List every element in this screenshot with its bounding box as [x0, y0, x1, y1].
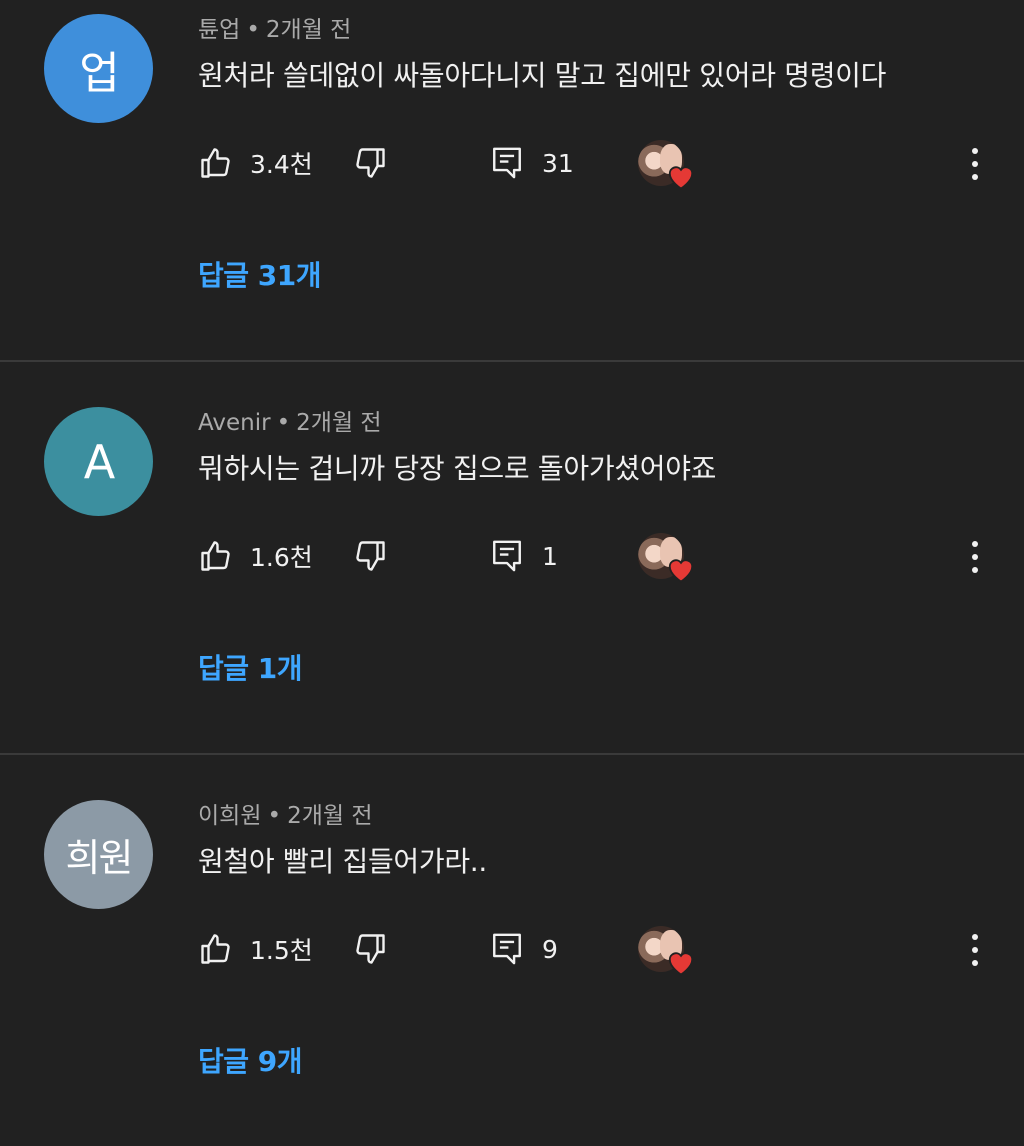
reply-count: 31 — [542, 148, 574, 178]
thumbs-down-icon — [356, 541, 385, 571]
comment-icon — [493, 933, 521, 965]
more-vert-icon[interactable] — [962, 539, 988, 575]
thumbs-down-icon — [356, 934, 385, 964]
comment-text: 뭐하시는 겁니까 당장 집으로 돌아가셨어야죠 — [198, 452, 717, 485]
avatar[interactable]: 업 — [44, 14, 153, 123]
author-name[interactable]: 이희원 — [198, 803, 261, 829]
author-name[interactable]: 튠업 — [198, 17, 240, 43]
creator-heart-icon — [668, 952, 694, 976]
thumbs-up-icon — [201, 148, 230, 178]
like-button[interactable]: 1.6천 — [198, 533, 313, 579]
more-vert-icon[interactable] — [962, 932, 988, 968]
comment-meta: 튠업 • 2개월 전 — [198, 10, 351, 44]
view-replies-link[interactable]: 답글 31개 — [198, 254, 322, 294]
reply-button[interactable]: 1 — [490, 533, 558, 579]
comment-time: 2개월 전 — [296, 410, 382, 436]
comment-icon — [493, 147, 521, 179]
thumbs-up-icon — [201, 541, 230, 571]
comment-text: 원철아 빨리 집들어가라.. — [198, 845, 488, 878]
divider — [0, 753, 1024, 755]
reply-button[interactable]: 9 — [490, 926, 558, 972]
creator-heart-badge — [638, 533, 698, 585]
meta-separator: • — [276, 410, 291, 436]
comment-thread: 업 튠업 • 2개월 전 원처라 쓸데없이 싸돌아다니지 말고 집에만 있어라 명령… — [0, 0, 1024, 360]
comment-meta: Avenir • 2개월 전 — [198, 403, 382, 437]
comment-time: 2개월 전 — [265, 17, 352, 43]
like-count: 1.5천 — [250, 936, 313, 965]
comment-time: 2개월 전 — [287, 803, 373, 829]
comment-icon — [493, 540, 521, 572]
meta-separator: • — [267, 803, 282, 829]
like-button[interactable]: 1.5천 — [198, 926, 313, 972]
reply-button[interactable]: 31 — [490, 140, 574, 186]
avatar[interactable]: 희원 — [44, 800, 153, 909]
comment-meta: 이희원 • 2개월 전 — [198, 796, 373, 830]
divider — [0, 360, 1024, 362]
comment-thread: 희원 이희원 • 2개월 전 원철아 빨리 집들어가라.. 1.5천 9 답글 9개 — [0, 786, 1024, 1146]
avatar[interactable]: A — [44, 407, 153, 516]
more-vert-icon[interactable] — [962, 146, 988, 182]
dislike-button[interactable] — [352, 533, 388, 579]
creator-heart-badge — [638, 140, 698, 192]
creator-heart-icon — [668, 559, 694, 583]
like-count: 3.4천 — [250, 150, 313, 179]
reply-count: 9 — [542, 934, 558, 964]
creator-heart-icon — [668, 166, 694, 190]
dislike-button[interactable] — [352, 926, 388, 972]
creator-heart-badge — [638, 926, 698, 978]
reply-count: 1 — [542, 541, 558, 571]
author-name[interactable]: Avenir — [198, 410, 271, 436]
comment-text: 원처라 쓸데없이 싸돌아다니지 말고 집에만 있어라 명령이다 — [198, 59, 887, 92]
view-replies-link[interactable]: 답글 1개 — [198, 647, 303, 687]
view-replies-link[interactable]: 답글 9개 — [198, 1040, 303, 1080]
comment-thread: A Avenir • 2개월 전 뭐하시는 겁니까 당장 집으로 돌아가셨어야죠 1… — [0, 393, 1024, 753]
thumbs-up-icon — [201, 934, 230, 964]
like-count: 1.6천 — [250, 543, 313, 572]
thumbs-down-icon — [356, 148, 385, 178]
meta-separator: • — [246, 17, 260, 43]
like-button[interactable]: 3.4천 — [198, 140, 313, 186]
dislike-button[interactable] — [352, 140, 388, 186]
